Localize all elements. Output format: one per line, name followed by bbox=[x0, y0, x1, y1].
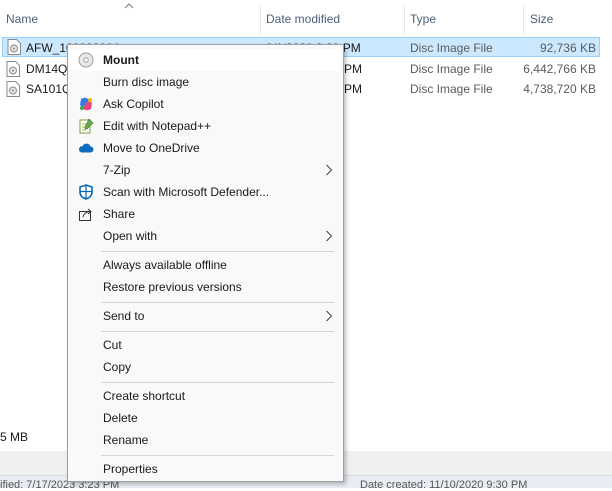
file-type: Disc Image File bbox=[410, 82, 493, 96]
menu-label: Always available offline bbox=[103, 258, 227, 272]
file-type: Disc Image File bbox=[410, 62, 493, 76]
menu-item-delete[interactable]: Delete bbox=[70, 407, 341, 429]
menu-label: 7-Zip bbox=[103, 163, 131, 177]
column-name[interactable]: Name bbox=[6, 12, 38, 26]
menu-label: Delete bbox=[103, 411, 138, 425]
column-divider[interactable] bbox=[404, 6, 405, 34]
column-divider[interactable] bbox=[260, 6, 261, 34]
menu-label: Rename bbox=[103, 433, 149, 447]
context-menu: Mount Burn disc image Ask Copilot Edit w… bbox=[67, 44, 344, 482]
disc-image-file-icon bbox=[7, 39, 21, 55]
menu-item-burn-disc-image[interactable]: Burn disc image bbox=[70, 71, 341, 93]
menu-item-mount[interactable]: Mount bbox=[70, 49, 341, 71]
menu-item-restore-previous-versions[interactable]: Restore previous versions bbox=[70, 276, 341, 298]
menu-label: Ask Copilot bbox=[103, 97, 164, 111]
menu-separator bbox=[101, 251, 334, 252]
onedrive-cloud-icon bbox=[78, 143, 94, 153]
column-size[interactable]: Size bbox=[530, 12, 553, 26]
column-divider[interactable] bbox=[523, 6, 524, 34]
menu-item-share[interactable]: Share bbox=[70, 203, 341, 225]
menu-item-cut[interactable]: Cut bbox=[70, 334, 341, 356]
column-date-modified[interactable]: Date modified bbox=[266, 12, 340, 26]
menu-item-scan-with-defender[interactable]: Scan with Microsoft Defender... bbox=[70, 181, 341, 203]
menu-item-create-shortcut[interactable]: Create shortcut bbox=[70, 385, 341, 407]
file-date: PM bbox=[344, 62, 362, 76]
menu-label: Open with bbox=[103, 229, 158, 243]
menu-item-ask-copilot[interactable]: Ask Copilot bbox=[70, 93, 341, 115]
menu-label: Edit with Notepad++ bbox=[103, 119, 212, 133]
chevron-right-icon bbox=[326, 310, 333, 322]
file-size: 4,738,720 KB bbox=[523, 82, 596, 96]
menu-item-open-with[interactable]: Open with bbox=[70, 225, 341, 247]
menu-item-always-available-offline[interactable]: Always available offline bbox=[70, 254, 341, 276]
sort-up-icon bbox=[124, 3, 134, 9]
selection-size-status: 5 MB bbox=[0, 430, 29, 444]
menu-separator bbox=[101, 455, 334, 456]
menu-item-properties[interactable]: Properties bbox=[70, 458, 341, 480]
menu-separator bbox=[101, 382, 334, 383]
notepadpp-icon bbox=[79, 118, 94, 134]
file-type: Disc Image File bbox=[410, 41, 493, 55]
menu-label: Scan with Microsoft Defender... bbox=[103, 185, 270, 199]
chevron-right-icon bbox=[326, 230, 333, 242]
column-type[interactable]: Type bbox=[410, 12, 436, 26]
file-size: 92,736 KB bbox=[539, 41, 596, 55]
menu-separator bbox=[101, 302, 334, 303]
disc-icon bbox=[78, 52, 94, 68]
share-icon bbox=[79, 208, 92, 221]
menu-item-move-to-onedrive[interactable]: Move to OneDrive bbox=[70, 137, 341, 159]
file-name: SA101Q bbox=[26, 82, 72, 96]
defender-shield-icon bbox=[79, 184, 93, 200]
menu-item-copy[interactable]: Copy bbox=[70, 356, 341, 378]
menu-separator bbox=[101, 331, 334, 332]
file-date: PM bbox=[344, 82, 362, 96]
footer-date-created: Date created: 11/10/2020 9:30 PM bbox=[360, 479, 528, 491]
chevron-right-icon bbox=[326, 164, 333, 176]
file-size: 6,442,766 KB bbox=[523, 62, 596, 76]
menu-label: Cut bbox=[103, 338, 122, 352]
menu-item-edit-with-notepadpp[interactable]: Edit with Notepad++ bbox=[70, 115, 341, 137]
menu-item-7zip[interactable]: 7-Zip bbox=[70, 159, 341, 181]
menu-label: Mount bbox=[103, 53, 139, 67]
file-name: DM14Q bbox=[26, 62, 68, 76]
disc-image-file-icon bbox=[6, 61, 20, 77]
menu-label: Share bbox=[103, 207, 136, 221]
menu-label: Copy bbox=[103, 360, 132, 374]
disc-image-file-icon bbox=[6, 81, 20, 97]
copilot-icon bbox=[80, 97, 92, 111]
menu-label: Send to bbox=[103, 309, 145, 323]
menu-label: Restore previous versions bbox=[103, 280, 242, 294]
menu-label: Create shortcut bbox=[103, 389, 186, 403]
menu-label: Burn disc image bbox=[103, 75, 190, 89]
menu-item-rename[interactable]: Rename bbox=[70, 429, 341, 451]
column-header: Name Date modified Type Size bbox=[0, 0, 612, 37]
menu-label: Move to OneDrive bbox=[103, 141, 200, 155]
menu-label: Properties bbox=[103, 462, 158, 476]
menu-item-send-to[interactable]: Send to bbox=[70, 305, 341, 327]
